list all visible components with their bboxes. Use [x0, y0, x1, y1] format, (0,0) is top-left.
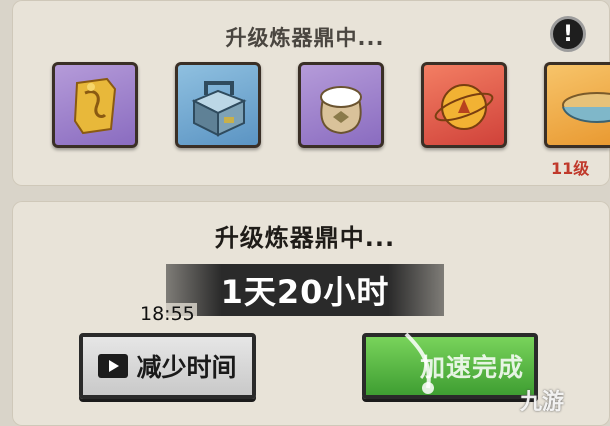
grain-sack-icon — [320, 86, 362, 135]
watermark-logo: 九游 — [520, 390, 565, 415]
alert-symbol: ! — [562, 21, 574, 47]
video-play-icon — [98, 354, 129, 378]
item-slot-golden-orb[interactable] — [421, 62, 507, 148]
tech-box-icon — [191, 81, 247, 137]
golden-orb-icon — [434, 84, 494, 130]
clock-timestamp: 18:55 — [138, 303, 197, 325]
timer-bar: 1天20小时 — [166, 264, 444, 316]
item-level-label: 11级 — [551, 159, 590, 178]
item-slot-grain-sack[interactable] — [298, 62, 384, 148]
items-panel-title: 升级炼器鼎中... — [225, 26, 385, 50]
watermark-leaf-icon — [404, 332, 434, 394]
item-slot-tech-box[interactable] — [175, 62, 261, 148]
reduce-time-button[interactable]: 减少时间 — [79, 333, 256, 399]
reduce-time-label: 减少时间 — [136, 353, 237, 382]
soup-bowl-icon — [562, 92, 610, 123]
alert-icon[interactable]: ! — [550, 16, 586, 52]
upgrade-status-title: 升级炼器鼎中... — [214, 224, 396, 252]
golden-scroll-icon — [73, 77, 117, 135]
remaining-time: 1天20小时 — [220, 273, 390, 311]
item-slot-soup-bowl[interactable] — [544, 62, 610, 148]
item-slot-golden-scroll[interactable] — [52, 62, 138, 148]
